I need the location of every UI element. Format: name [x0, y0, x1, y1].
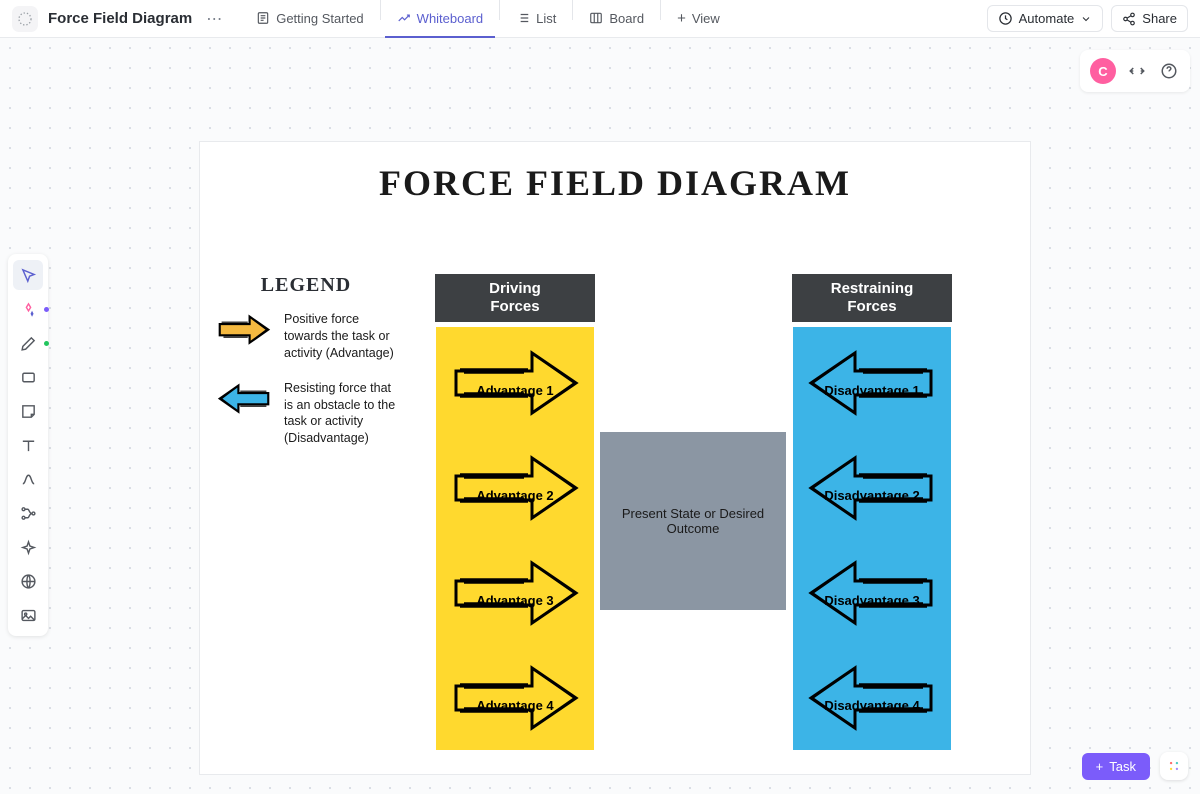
legend-negative-text: Resisting force that is an obstacle to t… [284, 380, 396, 448]
disadvantage-label: Disadvantage 3 [805, 593, 939, 608]
tab-list[interactable]: List [504, 0, 568, 38]
disadvantage-label: Disadvantage 2 [805, 488, 939, 503]
canvas-controls: C [1080, 50, 1190, 92]
advantage-label: Advantage 3 [448, 593, 582, 608]
disadvantage-label: Disadvantage 1 [805, 383, 939, 398]
diagram-title: FORCE FIELD DIAGRAM [200, 142, 1030, 204]
tab-whiteboard[interactable]: Whiteboard [385, 0, 495, 38]
driving-forces-header: Driving Forces [435, 274, 595, 322]
rectangle-tool[interactable] [13, 362, 43, 392]
legend-heading: LEGEND [216, 274, 396, 297]
user-avatar[interactable]: C [1090, 58, 1116, 84]
sparkle-tool[interactable] [13, 532, 43, 562]
more-options-icon[interactable]: ⋯ [198, 9, 230, 29]
advantage-arrow[interactable]: Advantage 3 [448, 545, 582, 642]
arrow-left-icon [216, 380, 272, 417]
select-tool[interactable] [13, 260, 43, 290]
advantage-arrow[interactable]: Advantage 2 [448, 440, 582, 537]
whiteboard-canvas[interactable]: C FORCE FIELD DIAGRAM LEGEND P [0, 38, 1200, 794]
image-tool[interactable] [13, 600, 43, 630]
web-tool[interactable] [13, 566, 43, 596]
help-icon[interactable] [1158, 60, 1180, 82]
advantage-label: Advantage 2 [448, 488, 582, 503]
apps-button[interactable] [1160, 752, 1188, 780]
disadvantage-arrow[interactable]: Disadvantage 4 [805, 650, 939, 747]
driving-forces-column: Advantage 1 Advantage 2 Advantage 3 Advanta… [436, 327, 594, 750]
tool-dock [8, 254, 48, 636]
center-outcome-box[interactable]: Present State or Desired Outcome [600, 432, 786, 610]
share-button[interactable]: Share [1111, 5, 1188, 32]
legend: LEGEND Positive force towards the task o… [216, 274, 396, 465]
advantage-label: Advantage 1 [448, 383, 582, 398]
text-tool[interactable] [13, 430, 43, 460]
mindmap-tool[interactable] [13, 498, 43, 528]
tab-getting-started[interactable]: Getting Started [244, 0, 375, 38]
chevron-down-icon [1080, 13, 1092, 25]
add-task-button[interactable]: +Task [1082, 753, 1150, 780]
pen-tool[interactable] [13, 328, 43, 358]
tab-add-view[interactable]: + View [665, 0, 732, 38]
legend-positive-text: Positive force towards the task or activ… [284, 311, 396, 362]
tab-board[interactable]: Board [577, 0, 656, 38]
automate-button[interactable]: Automate [987, 5, 1104, 32]
advantage-arrow[interactable]: Advantage 4 [448, 650, 582, 747]
disadvantage-label: Disadvantage 4 [805, 698, 939, 713]
fit-width-icon[interactable] [1126, 60, 1148, 82]
disadvantage-arrow[interactable]: Disadvantage 3 [805, 545, 939, 642]
restraining-forces-header: Restraining Forces [792, 274, 952, 322]
restraining-forces-column: Disadvantage 1 Disadvantage 2 Disadvantage… [793, 327, 951, 750]
top-toolbar: Force Field Diagram ⋯ Getting Started Wh… [0, 0, 1200, 38]
whiteboard-document[interactable]: FORCE FIELD DIAGRAM LEGEND Positive forc… [200, 142, 1030, 774]
disadvantage-arrow[interactable]: Disadvantage 1 [805, 335, 939, 432]
document-icon [12, 6, 38, 32]
advantage-arrow[interactable]: Advantage 1 [448, 335, 582, 432]
shapes-ai-tool[interactable] [13, 294, 43, 324]
advantage-label: Advantage 4 [448, 698, 582, 713]
disadvantage-arrow[interactable]: Disadvantage 2 [805, 440, 939, 537]
page-title[interactable]: Force Field Diagram [48, 10, 192, 27]
arrow-right-icon [216, 311, 272, 348]
connector-tool[interactable] [13, 464, 43, 494]
sticky-note-tool[interactable] [13, 396, 43, 426]
